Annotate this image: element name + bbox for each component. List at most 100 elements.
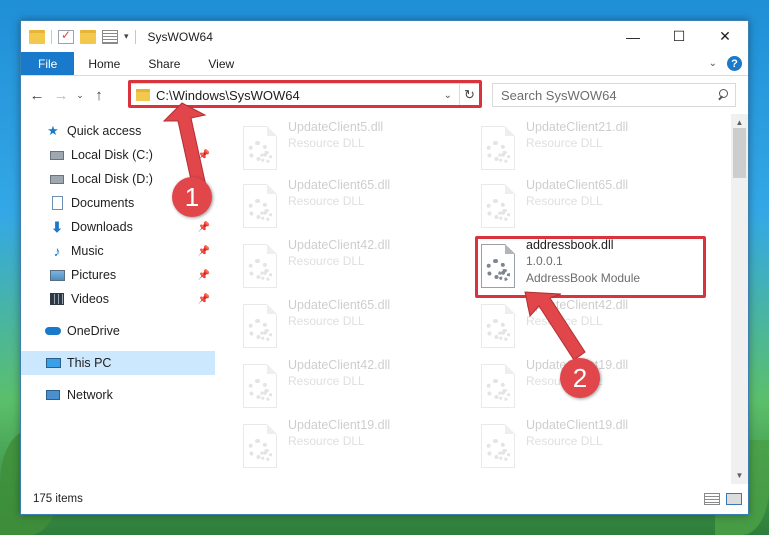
chevron-down-icon[interactable]: ▾ — [124, 31, 129, 42]
ribbon-right: ⌄ ? — [709, 52, 748, 75]
minimize-button[interactable]: — — [610, 21, 656, 52]
pin-icon[interactable]: 📌 — [198, 150, 210, 161]
sidebar-item-videos[interactable]: Videos 📌 — [21, 287, 215, 311]
dll-file-icon — [243, 424, 277, 468]
sidebar-item-label: Videos — [71, 292, 109, 306]
drive-icon — [49, 148, 65, 162]
customize-icon[interactable] — [102, 29, 118, 44]
scroll-thumb[interactable] — [733, 128, 746, 178]
status-bar: 175 items — [21, 484, 748, 514]
tab-home[interactable]: Home — [74, 52, 134, 75]
step-badge-2: 2 — [560, 358, 600, 398]
file-name: UpdateClient5.dll — [288, 120, 384, 134]
list-item[interactable]: UpdateClient21.dll Resource DLL — [459, 118, 689, 178]
dll-file-icon — [481, 126, 515, 170]
forward-button[interactable]: → — [49, 83, 73, 107]
file-name: UpdateClient19.dll — [526, 418, 629, 432]
file-type: Resource DLL — [526, 314, 603, 328]
dll-file-icon — [481, 364, 515, 408]
list-item[interactable]: UpdateClient19.dll Resource DLL — [221, 416, 451, 476]
pictures-icon — [49, 268, 65, 282]
recent-locations-button[interactable]: ⌄ — [73, 83, 87, 107]
details-view-icon[interactable] — [704, 493, 720, 505]
pin-icon[interactable]: 📌 — [198, 246, 210, 257]
sidebar-item-downloads[interactable]: ⬇ Downloads 📌 — [21, 215, 215, 239]
scroll-down-arrow-icon[interactable]: ▼ — [731, 467, 748, 484]
sidebar-item-this-pc[interactable]: This PC — [21, 351, 215, 375]
window-title: SysWOW64 — [147, 29, 213, 44]
file-type: Resource DLL — [288, 314, 365, 328]
drive-icon — [49, 172, 65, 186]
file-type: Resource DLL — [288, 374, 365, 388]
list-item[interactable]: UpdateClient65.dll Resource DLL — [221, 176, 451, 236]
pin-icon[interactable]: 📌 — [198, 270, 210, 281]
file-name: UpdateClient65.dll — [288, 178, 391, 192]
search-icon[interactable] — [717, 89, 729, 101]
dll-file-icon — [243, 126, 277, 170]
file-name: UpdateClient42.dll — [288, 358, 391, 372]
explorer-body: ★ Quick access Local Disk (C:) 📌 Local D… — [21, 114, 748, 484]
tab-view[interactable]: View — [194, 52, 248, 75]
documents-icon — [49, 196, 65, 210]
address-highlight-box — [128, 80, 482, 108]
pc-icon — [45, 356, 61, 370]
dll-file-icon — [481, 184, 515, 228]
navigation-pane: ★ Quick access Local Disk (C:) 📌 Local D… — [21, 114, 215, 484]
sidebar-item-onedrive[interactable]: OneDrive — [21, 319, 215, 343]
music-icon: ♪ — [53, 243, 61, 259]
file-name: UpdateClient65.dll — [288, 298, 391, 312]
file-name: UpdateClient19.dll — [288, 418, 391, 432]
sidebar-item-pictures[interactable]: Pictures 📌 — [21, 263, 215, 287]
file-type: Resource DLL — [526, 434, 603, 448]
ribbon-tabs: File Home Share View ⌄ ? — [21, 52, 748, 76]
sidebar-item-label: Documents — [71, 196, 135, 210]
folder-icon — [29, 29, 45, 44]
list-item[interactable]: UpdateClient65.dll Resource DLL — [459, 176, 689, 236]
list-item[interactable]: UpdateClient19.dll Resource DLL — [459, 416, 689, 476]
vertical-scrollbar[interactable]: ▲ ▼ — [731, 114, 748, 484]
tab-share[interactable]: Share — [134, 52, 194, 75]
dll-file-icon — [243, 244, 277, 288]
sidebar-item-quick-access[interactable]: ★ Quick access — [21, 119, 215, 143]
view-buttons — [704, 493, 742, 505]
file-list: UpdateClient5.dll Resource DLL UpdateCli… — [221, 114, 731, 484]
file-type: Resource DLL — [288, 194, 365, 208]
list-item[interactable]: UpdateClient42.dll Resource DLL — [221, 356, 451, 416]
file-type: Resource DLL — [288, 434, 365, 448]
quick-access-toolbar: ▾ SysWOW64 — [21, 21, 213, 52]
search-placeholder: Search SysWOW64 — [501, 87, 617, 103]
back-button[interactable]: ← — [25, 83, 49, 107]
up-button[interactable]: ↑ — [87, 83, 111, 107]
explorer-window: ▾ SysWOW64 — ☐ ✕ File Home Share View ⌄ … — [20, 20, 749, 515]
list-item[interactable]: UpdateClient42.dll Resource DLL — [221, 236, 451, 296]
list-item[interactable]: UpdateClient42.dll Resource DLL — [459, 296, 689, 356]
pin-icon[interactable]: 📌 — [198, 294, 210, 305]
maximize-button[interactable]: ☐ — [656, 21, 702, 52]
close-button[interactable]: ✕ — [702, 21, 748, 52]
dll-file-icon — [243, 304, 277, 348]
sidebar-item-network[interactable]: Network — [21, 383, 215, 407]
sidebar-item-local-disk-c[interactable]: Local Disk (C:) 📌 — [21, 143, 215, 167]
sidebar-item-music[interactable]: ♪ Music 📌 — [21, 239, 215, 263]
tab-file[interactable]: File — [21, 52, 75, 75]
new-folder-icon[interactable] — [80, 29, 96, 44]
file-type: Resource DLL — [288, 136, 365, 150]
properties-check-icon[interactable] — [58, 28, 74, 44]
file-highlight-box — [475, 236, 706, 298]
file-type: Resource DLL — [288, 254, 365, 268]
file-type: Resource DLL — [526, 194, 603, 208]
large-icons-view-icon[interactable] — [726, 493, 742, 505]
sidebar-item-label: Pictures — [71, 268, 117, 282]
help-icon[interactable]: ? — [727, 56, 742, 71]
window-controls: — ☐ ✕ — [610, 21, 748, 52]
list-item[interactable]: UpdateClient65.dll Resource DLL — [221, 296, 451, 356]
sidebar-item-label: Local Disk (C:) — [71, 148, 153, 162]
sidebar-item-label: Local Disk (D:) — [71, 172, 153, 186]
downloads-icon: ⬇ — [51, 218, 63, 235]
search-input[interactable]: Search SysWOW64 — [492, 83, 736, 107]
pin-icon[interactable]: 📌 — [198, 222, 210, 233]
list-item[interactable]: UpdateClient5.dll Resource DLL — [221, 118, 451, 178]
file-name: UpdateClient21.dll — [526, 120, 629, 134]
chevron-down-icon[interactable]: ⌄ — [709, 58, 717, 69]
item-count: 175 items — [33, 493, 83, 505]
